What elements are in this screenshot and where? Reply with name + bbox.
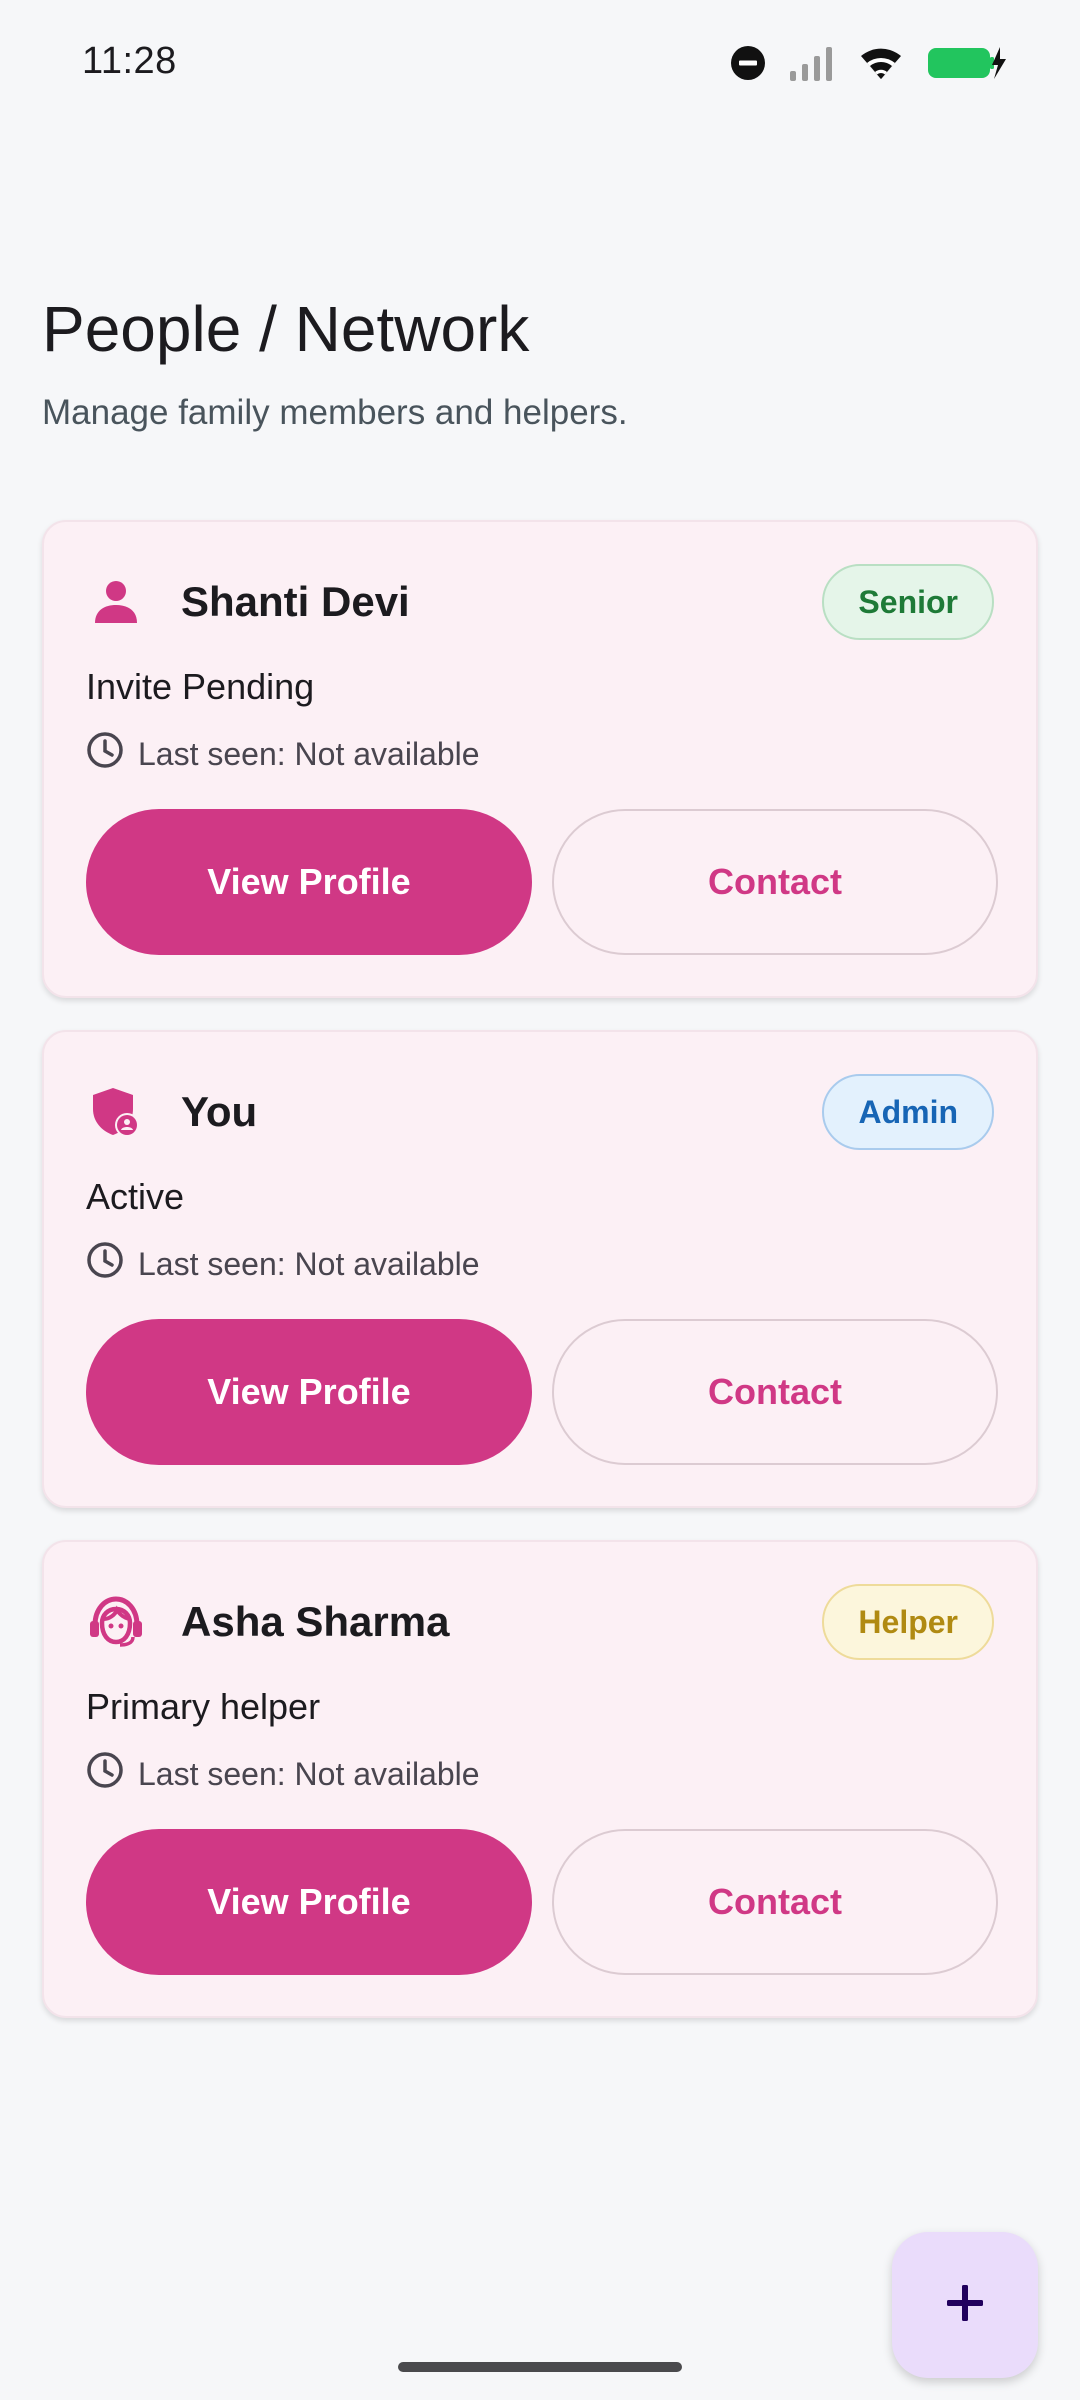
role-badge: Admin (822, 1074, 994, 1150)
clock-icon (86, 731, 124, 777)
contact-button[interactable]: Contact (552, 809, 998, 955)
last-seen-text: Last seen: Not available (138, 1245, 480, 1282)
person-name: Asha Sharma (181, 1598, 450, 1645)
status-bar: 11:28 (0, 0, 1080, 126)
last-seen-text: Last seen: Not available (138, 735, 480, 772)
person-name: You (181, 1088, 258, 1135)
last-seen-text: Last seen: Not available (138, 1755, 480, 1792)
person-card: Asha Sharma Helper Primary helper Last s… (42, 1540, 1038, 2018)
status-time: 11:28 (82, 40, 177, 82)
clock-icon (86, 1241, 124, 1287)
clock-icon (86, 1751, 124, 1797)
add-person-fab[interactable] (892, 2232, 1038, 2378)
person-status: Invite Pending (86, 666, 315, 707)
person-status: Active (86, 1176, 185, 1217)
do-not-disturb-icon (730, 45, 766, 81)
role-badge: Senior (822, 564, 994, 640)
signal-icon (788, 45, 836, 81)
person-icon (86, 572, 146, 632)
last-seen-row: Last seen: Not available (86, 1241, 480, 1287)
admin-shield-icon (86, 1082, 146, 1142)
contact-button[interactable]: Contact (552, 1319, 998, 1465)
view-profile-button[interactable]: View Profile (86, 1319, 532, 1465)
role-badge: Helper (822, 1584, 994, 1660)
person-name: Shanti Devi (181, 578, 410, 625)
status-icons (730, 40, 1008, 86)
view-profile-button[interactable]: View Profile (86, 809, 532, 955)
person-card: You Admin Active Last seen: Not availabl… (42, 1030, 1038, 1508)
person-card: Shanti Devi Senior Invite Pending Last s… (42, 520, 1038, 998)
last-seen-row: Last seen: Not available (86, 731, 480, 777)
people-network-screen: 11:28 People / Network Manage family mem… (0, 0, 1080, 2400)
battery-charging-icon (926, 45, 1008, 81)
add-icon (943, 2281, 987, 2330)
last-seen-row: Last seen: Not available (86, 1751, 480, 1797)
people-list: Shanti Devi Senior Invite Pending Last s… (42, 520, 1038, 2018)
page-title: People / Network (42, 293, 530, 365)
contact-button[interactable]: Contact (552, 1829, 998, 1975)
home-indicator[interactable] (398, 2362, 682, 2372)
page-subtitle: Manage family members and helpers. (42, 393, 628, 432)
person-status: Primary helper (86, 1686, 321, 1727)
wifi-icon (858, 45, 904, 81)
view-profile-button[interactable]: View Profile (86, 1829, 532, 1975)
support-agent-icon (86, 1592, 146, 1652)
